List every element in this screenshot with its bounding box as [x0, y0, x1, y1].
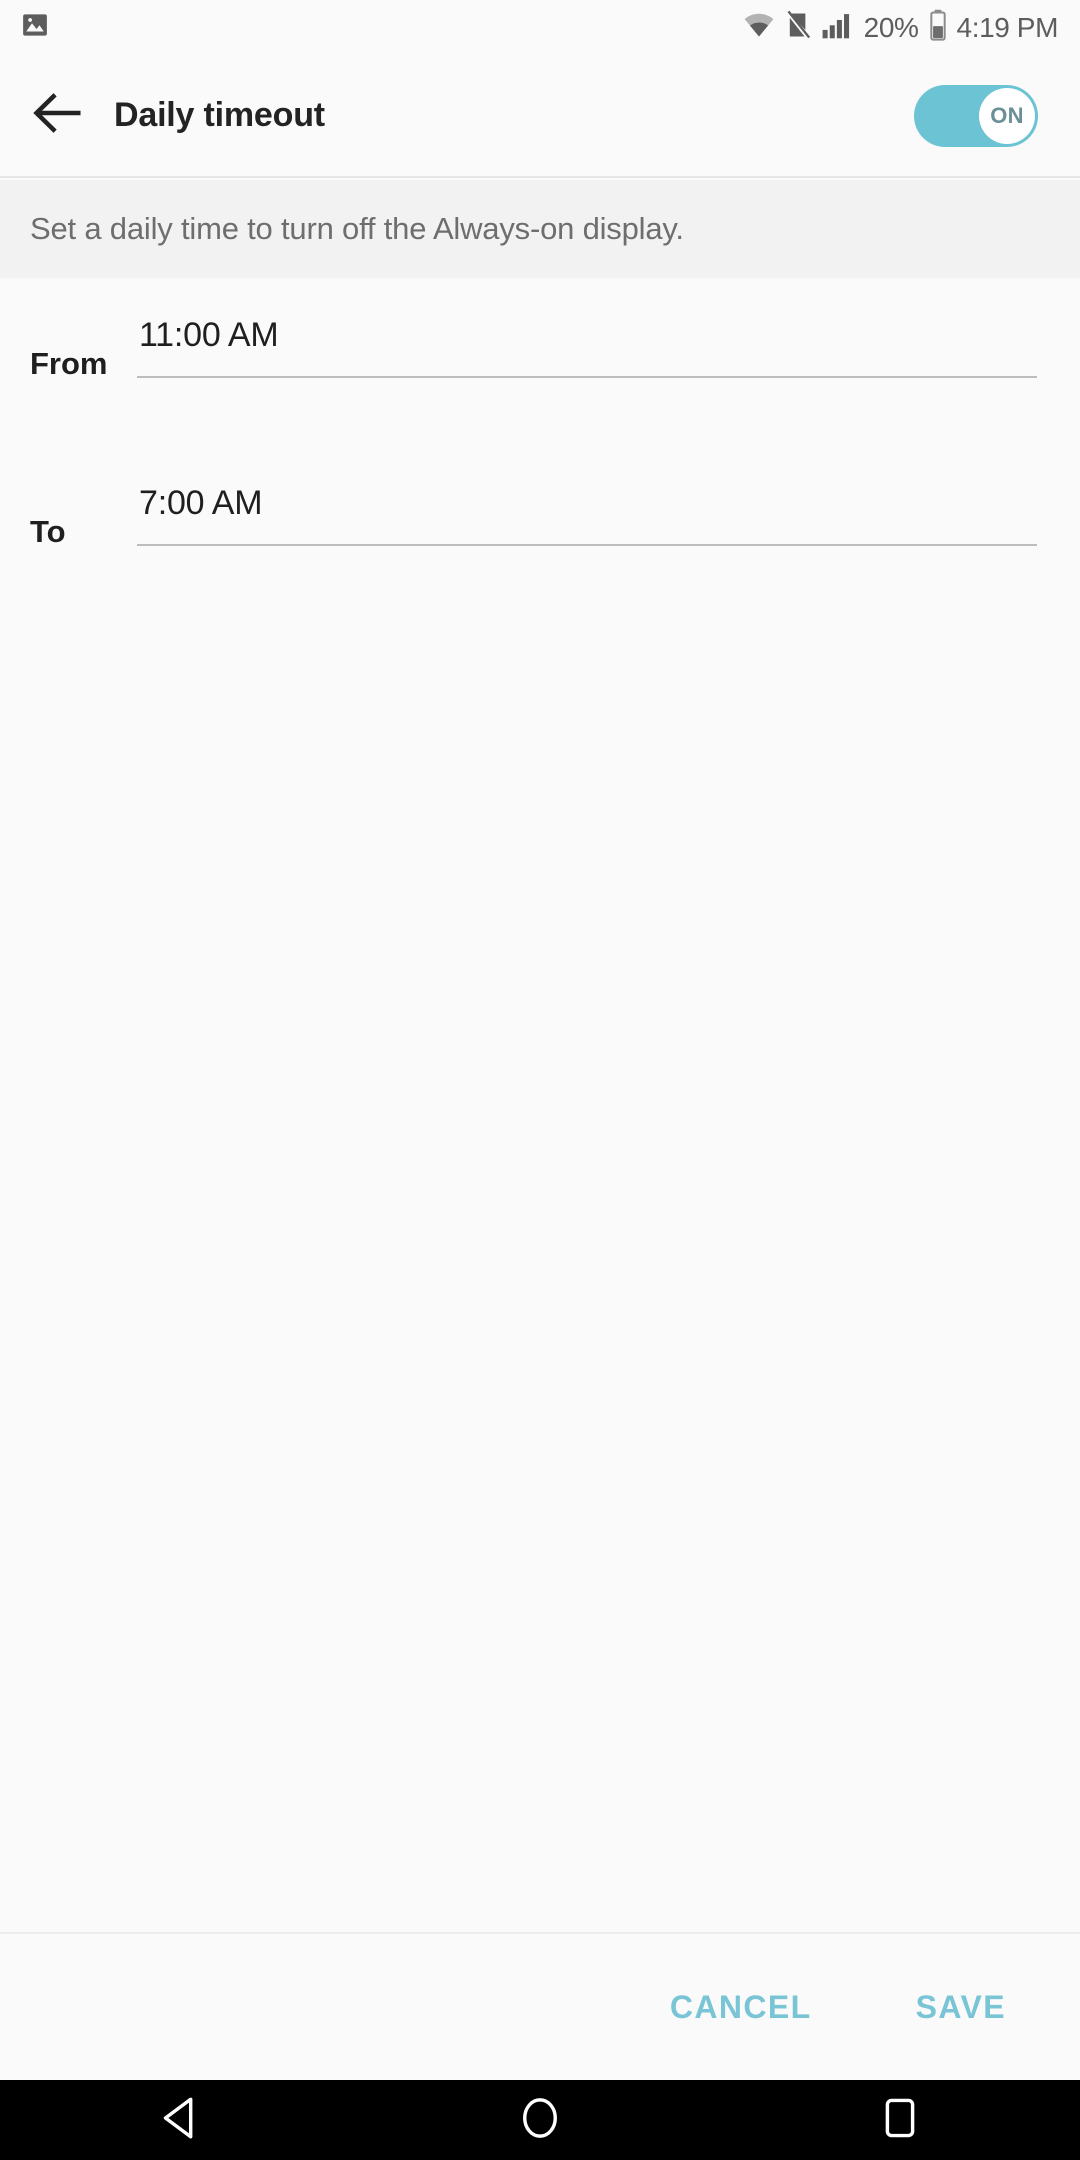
nav-back-triangle-icon [159, 2095, 201, 2146]
battery-low-icon [928, 9, 948, 46]
status-bar: 20% 4:19 PM [0, 0, 1080, 55]
description-band: Set a daily time to turn off the Always-… [0, 180, 1080, 278]
nfc-off-icon [784, 10, 812, 45]
to-label: To [30, 514, 66, 549]
phone-screen: 20% 4:19 PM Daily timeout ON Set a daily… [0, 0, 1080, 2160]
bottom-action-bar: CANCEL SAVE [0, 1932, 1080, 2080]
to-time-value: 7:00 AM [139, 484, 263, 522]
status-bar-clock: 4:19 PM [956, 11, 1059, 43]
back-arrow-icon [32, 92, 84, 139]
battery-percent-label: 20% [863, 11, 919, 43]
toggle-knob: ON [979, 87, 1035, 144]
nav-home-button[interactable] [360, 2080, 720, 2160]
from-label: From [30, 346, 108, 381]
nav-back-button[interactable] [0, 2080, 360, 2160]
from-time-field[interactable]: 11:00 AM [137, 316, 1037, 378]
status-bar-notifications [0, 10, 50, 45]
from-time-value: 11:00 AM [139, 316, 279, 354]
time-row-to: To 7:00 AM [0, 484, 1080, 608]
image-notification-icon [20, 10, 50, 45]
nav-recents-button[interactable] [720, 2080, 1080, 2160]
to-time-field[interactable]: 7:00 AM [137, 484, 1037, 546]
nav-home-circle-icon [519, 2095, 561, 2146]
nav-recents-square-icon [879, 2095, 921, 2146]
daily-timeout-toggle[interactable]: ON [914, 84, 1038, 147]
form-body: From 11:00 AM To 7:00 AM [0, 278, 1080, 1932]
back-button[interactable] [8, 66, 108, 166]
action-bar: Daily timeout ON [0, 55, 1080, 178]
toggle-state-label: ON [990, 102, 1024, 128]
signal-icon [821, 11, 855, 44]
status-bar-system-icons: 20% 4:19 PM [743, 9, 1080, 46]
navigation-bar [0, 2080, 1080, 2160]
save-button[interactable]: SAVE [890, 1967, 1032, 2048]
wifi-icon [743, 11, 775, 44]
description-text: Set a daily time to turn off the Always-… [30, 211, 684, 246]
cancel-button[interactable]: CANCEL [644, 1967, 838, 2048]
time-row-from: From 11:00 AM [0, 316, 1080, 440]
page-title: Daily timeout [114, 96, 325, 134]
